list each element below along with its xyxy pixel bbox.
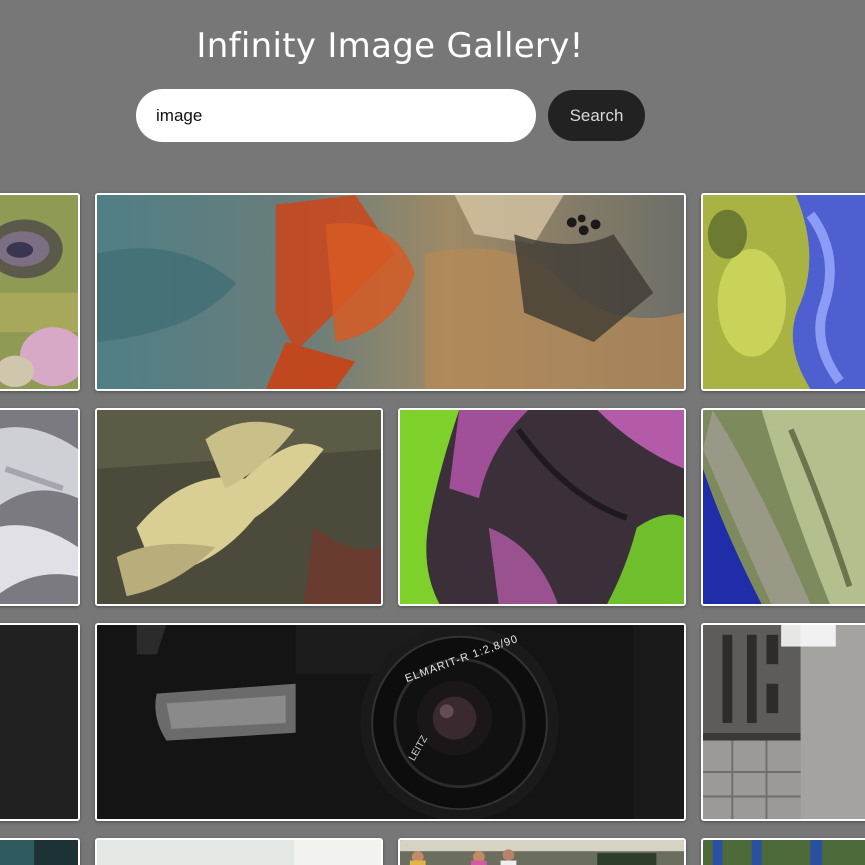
gallery-image-bottom-3[interactable]	[398, 838, 686, 865]
gallery-image-earth-green-purple[interactable]	[398, 408, 686, 606]
satellite-image	[97, 410, 381, 604]
photo-image	[400, 840, 684, 865]
gallery-image-bottom-1[interactable]	[0, 838, 80, 865]
satellite-image	[0, 195, 78, 389]
gallery-image-dark-left[interactable]	[0, 623, 80, 821]
search-button[interactable]: Search	[548, 90, 645, 141]
satellite-image	[703, 410, 865, 604]
gallery-image-earth-orange-dunes[interactable]	[95, 193, 686, 391]
gallery-page: Infinity Image Gallery! Search	[0, 0, 865, 865]
gallery-image-earth-blue-river[interactable]	[701, 193, 865, 391]
gallery-image-bottom-4[interactable]	[701, 838, 865, 865]
photo-image	[0, 625, 78, 819]
satellite-image	[400, 410, 684, 604]
page-title: Infinity Image Gallery!	[196, 26, 584, 66]
gallery-image-earth-snow[interactable]	[0, 408, 80, 606]
photo-image	[0, 840, 78, 865]
photo-image	[97, 840, 381, 865]
search-input[interactable]	[136, 89, 536, 142]
gallery-image-bottom-2[interactable]	[95, 838, 383, 865]
photo-image	[703, 625, 865, 819]
satellite-image	[97, 195, 684, 389]
gallery-image-camera-lens[interactable]: ELMARIT-R 1:2,8/90 LEITZ	[95, 623, 686, 821]
satellite-image	[0, 410, 78, 604]
photo-image	[97, 625, 684, 819]
gallery-image-earth-ridges[interactable]	[701, 408, 865, 606]
gallery-image-earth-desert-left[interactable]	[0, 193, 80, 391]
gallery-image-building[interactable]	[701, 623, 865, 821]
gallery-image-earth-yellow-feather[interactable]	[95, 408, 383, 606]
photo-image	[703, 840, 865, 865]
satellite-image	[703, 195, 865, 389]
